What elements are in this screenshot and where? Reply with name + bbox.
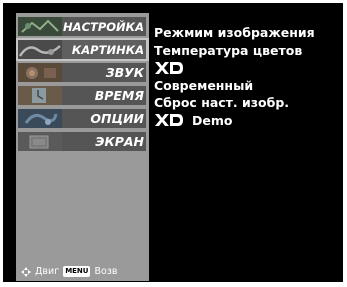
option-label: Температура цветов (154, 42, 303, 58)
menu-item-picture[interactable]: КАРТИНКА (16, 38, 149, 61)
option-label: Современный (154, 77, 254, 93)
navigation-hint: Двиг MENU Возв (21, 266, 117, 277)
tv-osd-screen: НАСТРОЙКА КАРТИНКА ЗВУК ВРЕМЯ ОПЦИИ ЭКРА… (3, 3, 343, 282)
menu-item-sound[interactable]: ЗВУК (16, 61, 149, 84)
menu-item-label: ЗВУК (105, 65, 144, 80)
menu-item-screen[interactable]: ЭКРАН (16, 130, 149, 153)
menu-item-time[interactable]: ВРЕМЯ (16, 84, 149, 107)
antenna-icon (18, 17, 62, 36)
move-hint-label: Двиг (35, 266, 60, 277)
option-picture-mode[interactable]: Режмим изображения (154, 24, 344, 42)
option-color-temperature[interactable]: Температура цветов (154, 42, 344, 60)
menu-item-label: НАСТРОЙКА (63, 19, 144, 34)
option-picture-reset[interactable]: Сброс наст. изобр. (154, 94, 344, 112)
back-hint-label: Возв (94, 266, 118, 277)
xd-logo-icon (155, 61, 183, 74)
menu-item-label: ОПЦИИ (90, 111, 144, 126)
menu-key-icon: MENU (63, 266, 91, 277)
xd-logo-icon (155, 114, 183, 127)
menu-item-options[interactable]: ОПЦИИ (16, 107, 149, 130)
main-menu-sidebar: НАСТРОЙКА КАРТИНКА ЗВУК ВРЕМЯ ОПЦИИ ЭКРА… (16, 13, 149, 281)
options-icon (18, 109, 62, 128)
option-xd-demo[interactable]: Demo (154, 112, 344, 130)
option-xd[interactable] (154, 59, 344, 77)
option-label: Режмим изображения (154, 25, 315, 40)
navigation-arrows-icon (21, 266, 31, 277)
picture-icon (18, 40, 62, 59)
menu-item-label: ЭКРАН (95, 134, 144, 149)
option-advanced[interactable]: Современный (154, 77, 344, 95)
menu-item-label: КАРТИНКА (71, 42, 144, 57)
menu-item-label: ВРЕМЯ (94, 88, 144, 103)
option-label: Сброс наст. изобр. (154, 95, 290, 110)
menu-item-setup[interactable]: НАСТРОЙКА (16, 15, 149, 38)
option-label: Demo (192, 112, 233, 128)
sound-icon (18, 63, 62, 82)
picture-options-list: Режмим изображения Температура цветов Со… (154, 24, 344, 129)
clock-icon (18, 86, 62, 105)
screen-icon (18, 132, 62, 151)
